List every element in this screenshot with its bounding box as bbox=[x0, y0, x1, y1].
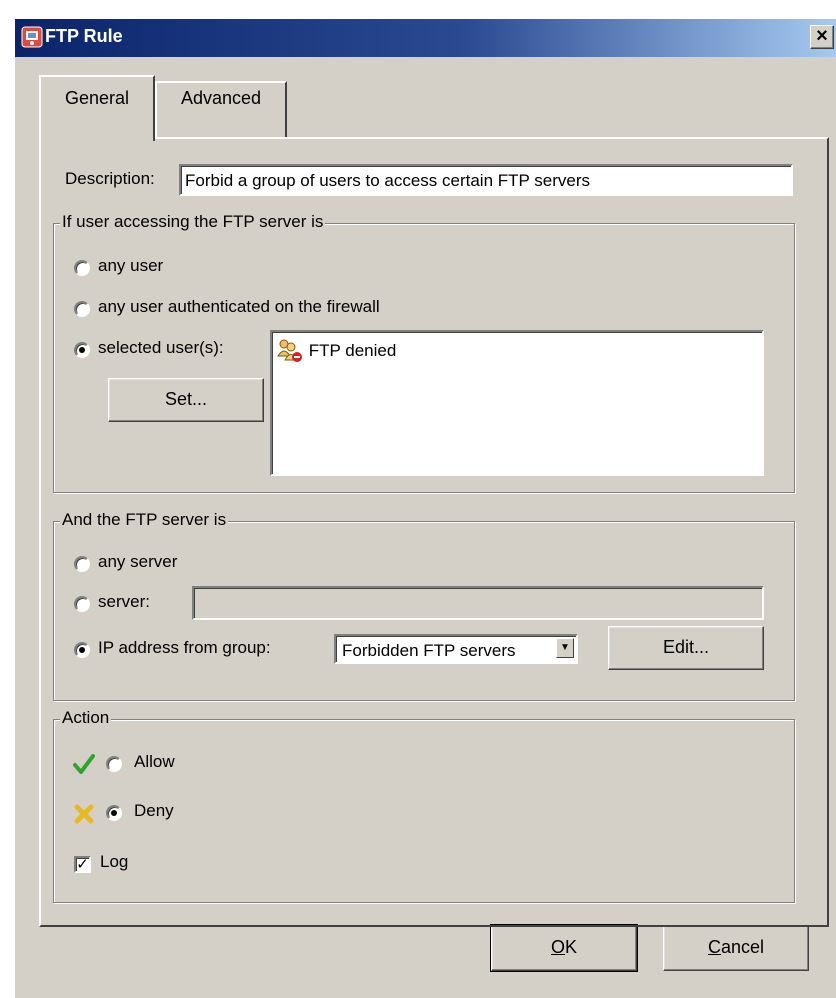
radio-server[interactable] bbox=[74, 596, 90, 612]
authenticated-user-label: any user authenticated on the firewall bbox=[98, 297, 380, 316]
radio-authenticated-user[interactable] bbox=[74, 301, 90, 317]
tab-general[interactable]: General bbox=[39, 75, 155, 141]
window-title: FTP Rule bbox=[45, 26, 123, 46]
selected-users-list[interactable]: FTP denied bbox=[270, 330, 764, 476]
allow-label: Allow bbox=[134, 752, 175, 771]
selected-user-name: FTP denied bbox=[308, 341, 397, 360]
radio-allow[interactable] bbox=[106, 756, 122, 772]
tab-advanced[interactable]: Advanced bbox=[155, 81, 287, 139]
any-user-label: any user bbox=[98, 256, 164, 275]
ip-group-value: Forbidden FTP servers bbox=[342, 641, 516, 660]
general-tab-panel: Description: Forbid a group of users to … bbox=[39, 137, 829, 927]
user-group-denied-icon bbox=[277, 339, 302, 362]
user-condition-group: If user accessing the FTP server is any … bbox=[53, 212, 795, 493]
log-label: Log bbox=[100, 852, 129, 871]
ftp-rule-dialog: FTP Rule × General Advanced Description:… bbox=[14, 19, 836, 998]
ok-label-rest: K bbox=[565, 937, 578, 957]
radio-any-server[interactable] bbox=[74, 556, 90, 572]
cancel-button[interactable]: Cancel bbox=[663, 925, 809, 971]
ip-group-label: IP address from group: bbox=[98, 638, 271, 657]
radio-any-user[interactable] bbox=[74, 260, 90, 276]
tab-general-label: General bbox=[64, 88, 130, 108]
server-condition-group: And the FTP server is any server server:… bbox=[53, 510, 795, 701]
ok-mnemonic: O bbox=[550, 937, 565, 957]
tab-advanced-label: Advanced bbox=[180, 88, 262, 108]
radio-ip-group[interactable] bbox=[74, 642, 90, 658]
list-item[interactable]: FTP denied bbox=[276, 338, 396, 364]
server-field[interactable] bbox=[192, 586, 764, 620]
action-legend: Action bbox=[60, 708, 112, 728]
close-icon: × bbox=[816, 25, 828, 47]
action-group: Action Allow Deny ✓ Log bbox=[53, 708, 795, 903]
any-server-label: any server bbox=[98, 552, 178, 571]
ok-button[interactable]: OK bbox=[490, 924, 638, 972]
description-label: Description: bbox=[65, 169, 155, 188]
selected-users-label: selected user(s): bbox=[98, 338, 224, 357]
deny-x-icon bbox=[74, 804, 94, 824]
title-bar[interactable]: FTP Rule × bbox=[15, 19, 836, 57]
deny-label: Deny bbox=[134, 801, 174, 820]
server-condition-legend: And the FTP server is bbox=[60, 510, 229, 530]
allow-check-icon bbox=[73, 754, 95, 774]
close-button[interactable]: × bbox=[810, 25, 834, 49]
description-value: Forbid a group of users to access certai… bbox=[185, 171, 591, 190]
ftp-rule-icon bbox=[21, 26, 43, 48]
set-users-label: Set... bbox=[164, 389, 208, 409]
description-field[interactable]: Forbid a group of users to access certai… bbox=[179, 164, 793, 196]
cancel-mnemonic: C bbox=[707, 937, 721, 957]
server-label: server: bbox=[98, 592, 150, 611]
log-checkbox[interactable]: ✓ bbox=[74, 856, 91, 873]
checkmark-icon: ✓ bbox=[76, 856, 89, 873]
user-condition-legend: If user accessing the FTP server is bbox=[60, 212, 326, 232]
radio-deny[interactable] bbox=[106, 805, 122, 821]
radio-selected-users[interactable] bbox=[74, 342, 90, 358]
edit-group-button[interactable]: Edit... bbox=[608, 626, 764, 670]
edit-group-label: Edit... bbox=[662, 637, 710, 657]
cancel-label-rest: ancel bbox=[720, 937, 765, 957]
set-users-button[interactable]: Set... bbox=[108, 378, 264, 422]
ip-group-select[interactable]: Forbidden FTP servers ▼ bbox=[334, 634, 578, 664]
chevron-down-icon[interactable]: ▼ bbox=[556, 638, 574, 658]
